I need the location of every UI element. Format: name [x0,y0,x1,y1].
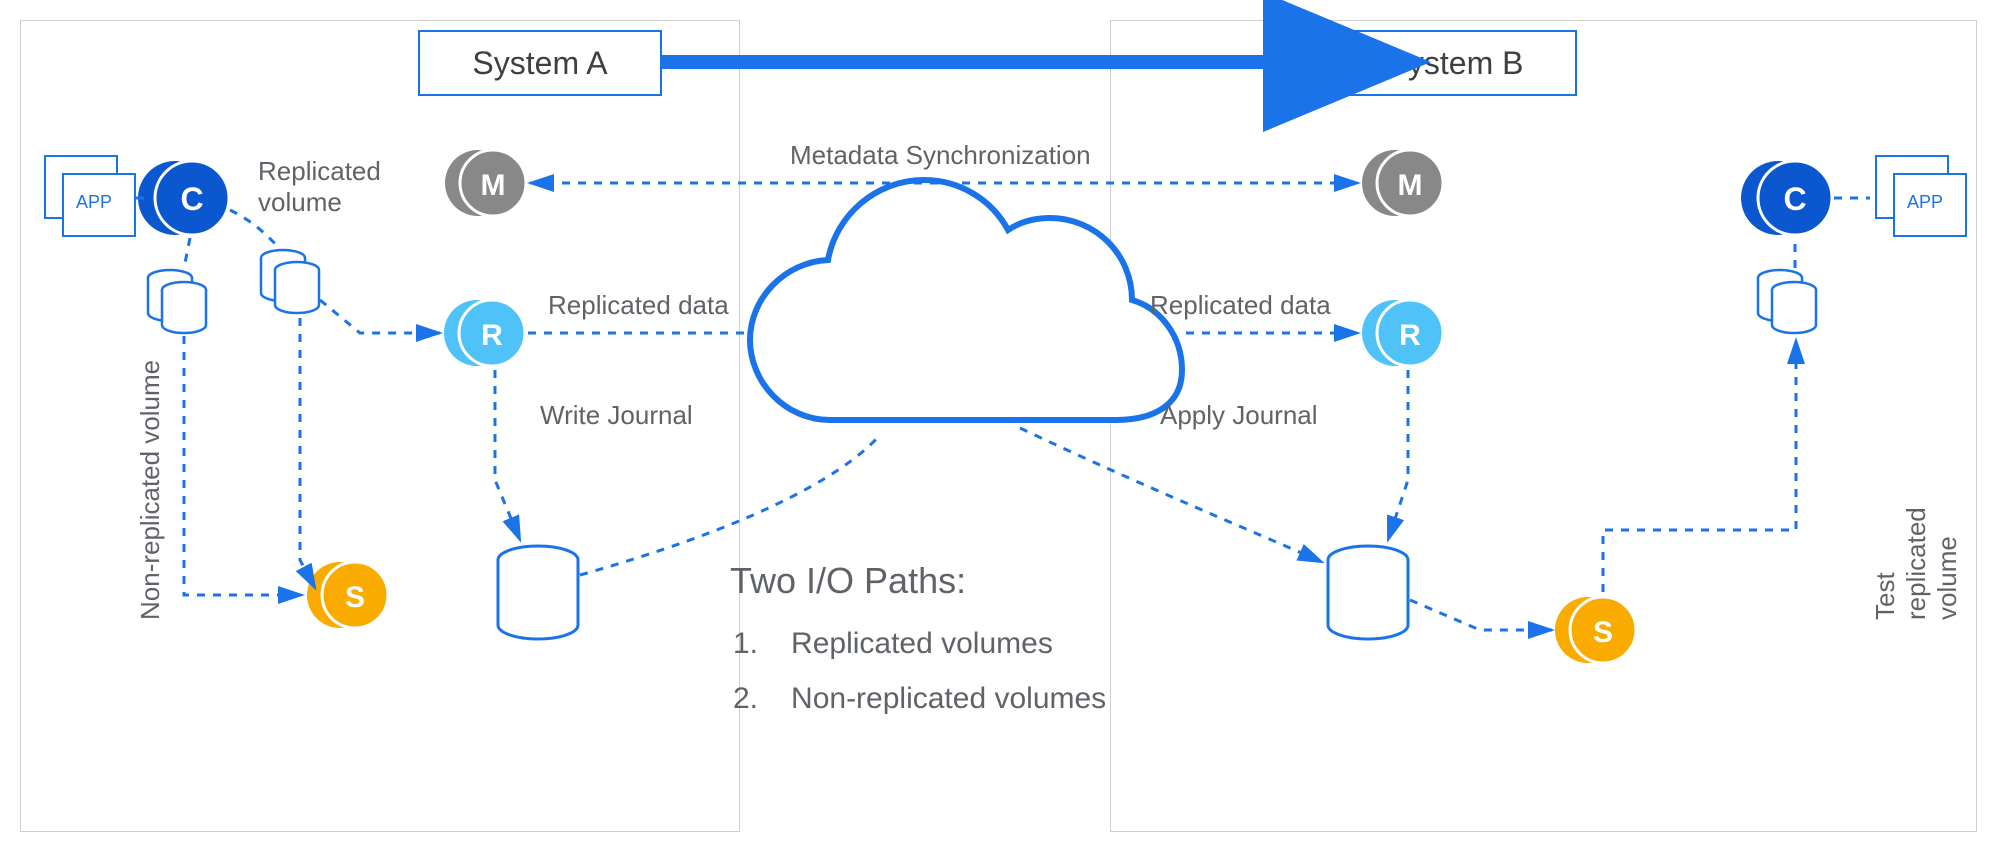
diagram-stage: System A System B APP APP [0,0,1995,852]
label-write-journal: Write Journal [540,400,693,431]
write-journal-cylinder [498,546,578,639]
s-node-left: S [307,562,388,628]
apply-journal-cylinder [1328,546,1408,639]
s-node-right-letter: S [1593,616,1613,649]
label-replicated-volume: Replicated volume [258,125,381,218]
flow-replicated-to-s [300,318,315,588]
volume-test-replicated-right [1758,270,1816,333]
label-test-replicated-volume: Test replicated volume [1870,495,1963,620]
m-node-left: M [445,150,526,216]
flow-s-to-test-volume [1603,340,1796,592]
m-node-right: M [1362,150,1443,216]
r-node-right: R [1362,300,1443,366]
c-node-left-letter: C [180,181,203,217]
s-node-left-letter: S [345,581,365,614]
label-apply-journal: Apply Journal [1160,400,1318,431]
volume-replicated-left [261,250,319,313]
iopaths-list: 1.Replicated volumes 2.Non-replicated vo… [730,615,1109,727]
c-node-left: C [138,161,229,235]
flow-cloud-to-apply-journal [1020,428,1322,562]
flow-nonreplicated-to-s [184,336,302,595]
m-node-left-letter: M [481,169,506,202]
r-node-right-letter: R [1399,319,1421,352]
flow-replicated-to-r [320,300,440,333]
label-non-replicated-volume: Non-replicated volume [135,360,166,620]
m-node-right-letter: M [1398,169,1423,202]
flow-r-to-apply-journal [1388,370,1408,540]
iopaths-item-2: 2.Non-replicated volumes [732,672,1107,725]
label-metadata-sync: Metadata Synchronization [790,140,1091,171]
label-replicated-data-right: Replicated data [1150,290,1331,321]
flow-c-to-nonreplicated [184,238,190,268]
cloud-icon [750,180,1182,420]
r-node-left-letter: R [481,319,503,352]
flow-r-to-write-journal [495,370,520,540]
iopaths-title: Two I/O Paths: [730,560,966,602]
iopaths-item-1: 1.Replicated volumes [732,617,1107,670]
c-node-right: C [1741,161,1832,235]
r-node-left: R [444,300,525,366]
s-node-right: S [1555,597,1636,663]
flow-journal-to-cloud [580,435,880,575]
flow-apply-to-s [1410,600,1552,630]
c-node-right-letter: C [1783,181,1806,217]
volume-nonreplicated-left [148,270,206,333]
label-replicated-data-left: Replicated data [548,290,729,321]
